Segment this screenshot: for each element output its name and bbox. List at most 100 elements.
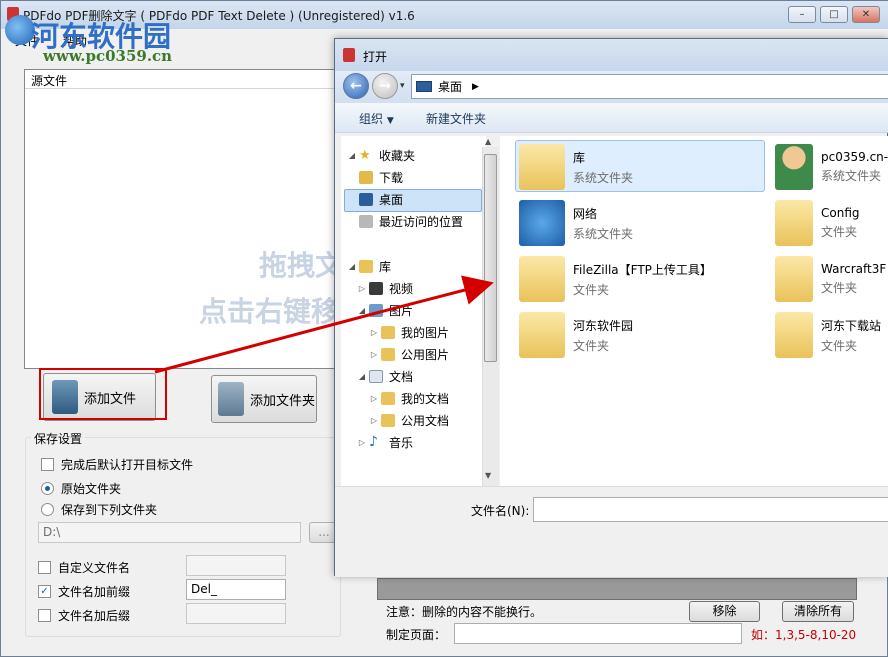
radio-selected[interactable] (41, 482, 54, 495)
dialog-app-icon (343, 48, 355, 62)
item-filezilla[interactable]: FileZilla【FTP上传工具】 文件夹 (519, 253, 769, 305)
library-folder-icon (519, 144, 565, 190)
item-hedong-software[interactable]: 河东软件园 文件夹 (519, 309, 769, 361)
open-after-checkbox[interactable]: 完成后默认打开目标文件 (41, 456, 193, 473)
scroll-up-icon[interactable]: ▲ (485, 137, 491, 146)
nav-libraries-label: 库 (379, 259, 392, 274)
address-bar[interactable]: 桌面 ▶ (411, 74, 888, 99)
nav-downloads[interactable]: 下载 (347, 166, 463, 188)
add-prefix-checkbox[interactable]: ✓ 文件名加前缀 (38, 583, 130, 600)
item-library[interactable]: 库系统文件夹 (519, 141, 769, 193)
expand-triangle-icon[interactable]: ▷ (369, 416, 379, 425)
item-name: FileZilla【FTP上传工具】 (573, 262, 712, 277)
filename-input[interactable] (533, 497, 888, 522)
expand-triangle-icon[interactable]: ▷ (369, 394, 379, 403)
organize-label: 组织 (359, 112, 384, 126)
custom-name-label: 自定义文件名 (58, 561, 131, 575)
custom-name-input[interactable] (186, 555, 286, 576)
expand-triangle-icon[interactable]: ▷ (357, 438, 367, 447)
folder-icon (381, 413, 395, 427)
nav-favorites-label: 收藏夹 (379, 148, 416, 163)
item-warcraft[interactable]: Warcraft3F 文件夹 (775, 253, 888, 305)
add-folder-icon (218, 382, 244, 416)
item-network[interactable]: 网络 系统文件夹 (519, 197, 769, 249)
library-icon (359, 259, 373, 273)
minimize-button[interactable]: – (788, 6, 816, 23)
network-globe-icon (519, 200, 565, 246)
expand-triangle-icon[interactable]: ▷ (357, 284, 367, 293)
nav-public-documents[interactable]: ▷ 公用文档 (347, 409, 463, 431)
suffix-input[interactable] (186, 603, 286, 624)
scroll-down-icon[interactable]: ▼ (485, 471, 491, 480)
folder-path-input[interactable]: D:\ (38, 522, 301, 543)
nav-music[interactable]: ▷ ♪ 音乐 (347, 431, 463, 453)
collapse-triangle-icon[interactable]: ◢ (357, 306, 367, 315)
nav-recent[interactable]: 最近访问的位置 (347, 210, 463, 232)
folder-icon (381, 347, 395, 361)
nav-videos[interactable]: ▷ 视频 (347, 277, 463, 299)
item-type: 系统文件夹 (821, 169, 882, 183)
nav-my-documents[interactable]: ▷ 我的文档 (347, 387, 463, 409)
history-dropdown-icon[interactable]: ▾ (400, 81, 405, 91)
item-name: 库 (573, 150, 586, 165)
recent-places-icon (359, 214, 373, 228)
highlight-box (39, 368, 167, 420)
item-type: 文件夹 (573, 338, 610, 353)
nav-documents-label: 文档 (389, 369, 414, 384)
item-type: 系统文件夹 (573, 170, 634, 185)
nav-desktop[interactable]: 桌面 (347, 188, 463, 210)
source-file-list[interactable]: 源文件 拖拽文 点击右键移 (24, 69, 343, 369)
back-arrow-icon[interactable]: ← (343, 73, 369, 99)
organize-menu[interactable]: 组织 ▼ (359, 110, 394, 127)
nav-my-pictures[interactable]: ▷ 我的图片 (347, 321, 463, 343)
forward-arrow-icon[interactable]: → (372, 73, 398, 99)
checkbox-box[interactable] (38, 609, 51, 622)
radio-unselected[interactable] (41, 503, 54, 516)
item-user[interactable]: pc0359.cn- 系统文件夹 (775, 141, 888, 193)
expand-triangle-icon[interactable]: ▷ (369, 350, 379, 359)
item-name: 河东软件园 (573, 318, 634, 333)
open-file-dialog: 打开 ← → ▾ 桌面 ▶ 组织 ▼ 新建文件夹 ◢ ★ 收藏夹 下载 桌面 最近访… (334, 38, 888, 577)
item-config[interactable]: Config 文件夹 (775, 197, 888, 249)
save-to-folder-radio[interactable]: 保存到下列文件夹 (41, 501, 157, 518)
address-location[interactable]: 桌面 (438, 78, 462, 95)
command-bar (335, 103, 888, 133)
filename-label: 文件名(N): (471, 504, 530, 518)
original-folder-radio[interactable]: 原始文件夹 (41, 480, 121, 497)
nav-documents[interactable]: ◢ 文档 (347, 365, 463, 387)
add-folder-button[interactable]: 添加文件夹 (211, 375, 317, 423)
nav-libraries[interactable]: ◢ 库 (347, 255, 463, 277)
breadcrumb-chevron-icon[interactable]: ▶ (472, 82, 479, 92)
prefix-input[interactable]: Del_ (186, 579, 286, 600)
nav-my-documents-label: 我的文档 (401, 391, 450, 406)
nav-scrollbar-thumb[interactable] (484, 154, 497, 362)
item-name: pc0359.cn- (821, 150, 888, 164)
close-button[interactable]: ✕ (852, 6, 880, 23)
save-settings-title: 保存设置 (31, 430, 86, 447)
item-hedong-download[interactable]: 河东下载站 文件夹 (775, 309, 888, 361)
expand-triangle-icon[interactable]: ▷ (369, 328, 379, 337)
nav-public-pictures[interactable]: ▷ 公用图片 (347, 343, 463, 365)
page-range-input[interactable] (454, 623, 742, 644)
collapse-triangle-icon[interactable]: ◢ (347, 262, 357, 271)
clear-all-button[interactable]: 清除所有 (782, 601, 854, 622)
downloads-folder-icon (359, 170, 373, 184)
nav-pictures[interactable]: ◢ 图片 (347, 299, 463, 321)
column-header-source-file[interactable]: 源文件 (25, 70, 341, 89)
item-name: Config (821, 206, 860, 220)
collapse-triangle-icon[interactable]: ◢ (357, 372, 367, 381)
item-name: Warcraft3F (821, 262, 887, 276)
folder-icon (519, 256, 565, 302)
nav-favorites[interactable]: ◢ ★ 收藏夹 (347, 144, 463, 166)
checkbox-box[interactable] (38, 561, 51, 574)
item-type: 系统文件夹 (573, 226, 634, 241)
collapse-triangle-icon[interactable]: ◢ (347, 151, 357, 160)
remove-button[interactable]: 移除 (689, 601, 760, 622)
maximize-button[interactable]: □ (820, 6, 848, 23)
new-folder-button[interactable]: 新建文件夹 (426, 110, 486, 127)
add-suffix-checkbox[interactable]: 文件名加后缀 (38, 607, 130, 624)
custom-name-checkbox[interactable]: 自定义文件名 (38, 559, 130, 576)
folder-icon (775, 200, 813, 246)
checkbox-checked[interactable]: ✓ (38, 585, 51, 598)
checkbox-box[interactable] (41, 458, 54, 471)
